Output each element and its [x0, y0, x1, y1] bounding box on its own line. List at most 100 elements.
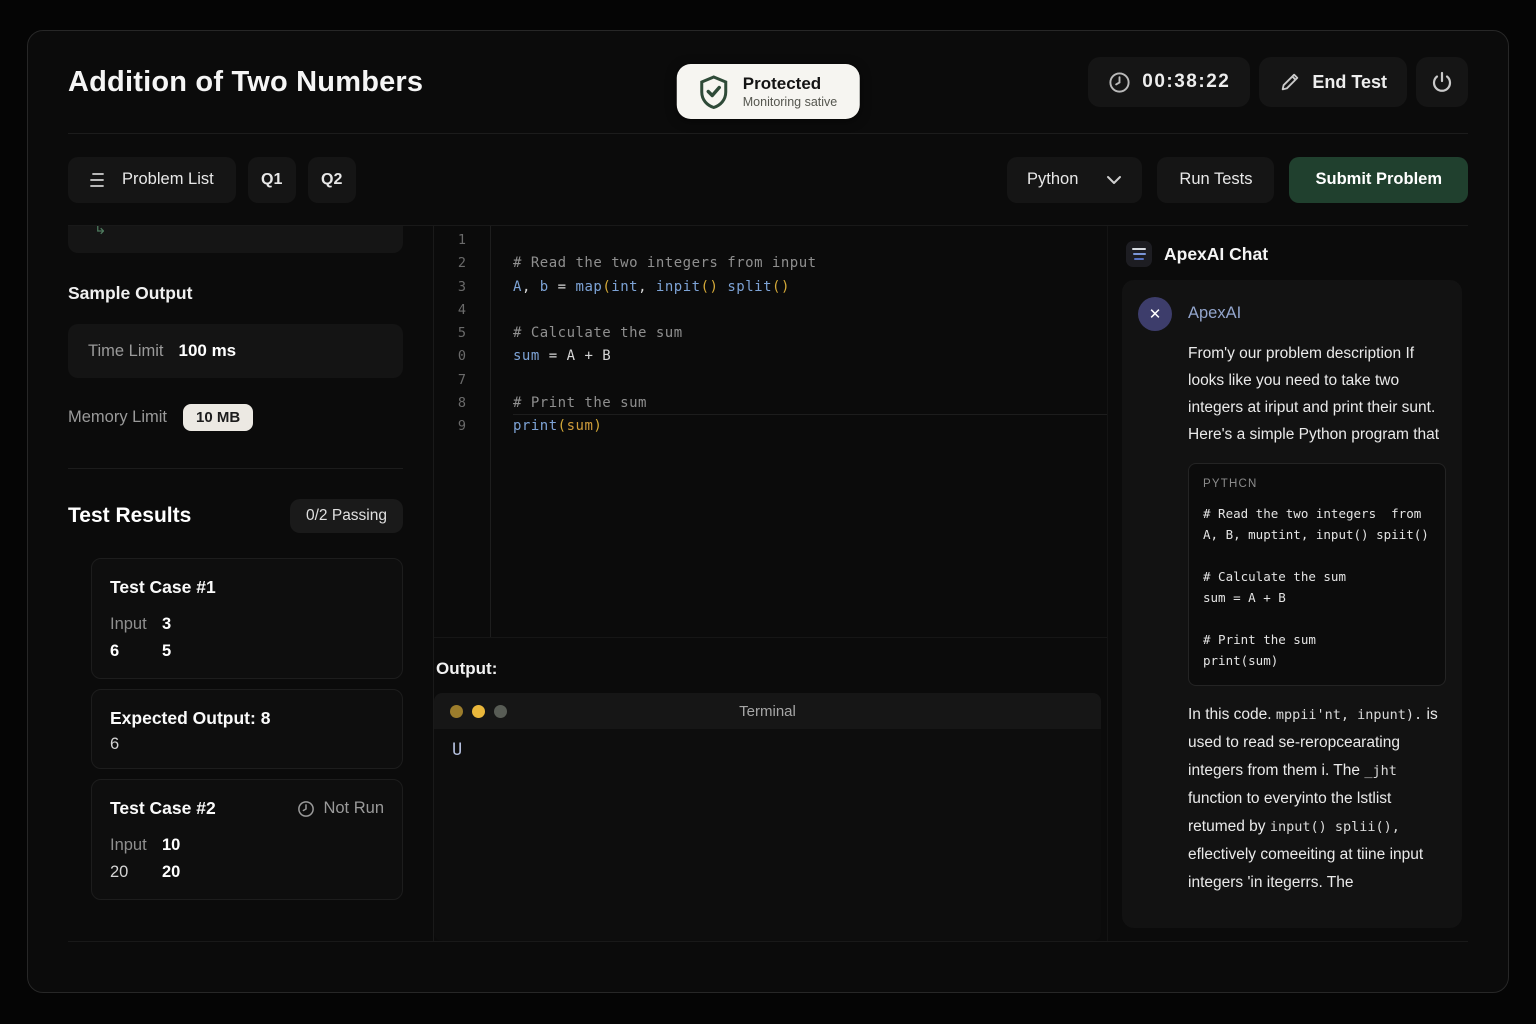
terminal-body[interactable]: U — [434, 729, 1101, 941]
bottom-spacer — [68, 942, 1468, 992]
test-case-2-title: Test Case #2 — [110, 798, 216, 819]
window-dot-close — [450, 705, 463, 718]
language-select[interactable]: Python — [1007, 157, 1142, 203]
problem-sidebar: ↳ Sample Output Time Limit 100 ms Memory… — [68, 226, 434, 941]
code-line: sum = A + B — [513, 345, 1107, 368]
test-results-heading: Test Results — [68, 504, 191, 528]
code-line: # Read the two integers from input — [513, 252, 1107, 275]
status-text: Not Run — [323, 799, 384, 818]
line-number: 3 — [434, 276, 490, 299]
output-label: Output: — [436, 659, 1107, 679]
sample-input-box: ↳ — [68, 226, 403, 253]
memory-limit-value: 10 MB — [183, 404, 253, 431]
line-number: 1 — [434, 229, 490, 252]
line-number: 9 — [434, 415, 490, 438]
power-button[interactable] — [1416, 57, 1468, 107]
expected-output-card[interactable]: Expected Output: 8 6 — [91, 689, 403, 769]
end-test-label: End Test — [1312, 72, 1387, 93]
clock-icon — [297, 800, 315, 818]
chevron-down-icon — [1106, 175, 1122, 185]
line-number: 8 — [434, 392, 490, 415]
input-value: 5 — [162, 639, 384, 664]
memory-limit-label: Memory Limit — [68, 408, 167, 427]
shield-check-icon — [699, 75, 729, 109]
chat-message-card[interactable]: ✕ ApexAI From'y our problem description … — [1122, 280, 1462, 928]
divider — [68, 468, 403, 469]
protected-label: Protected — [743, 74, 838, 94]
page-title: Addition of Two Numbers — [68, 66, 423, 99]
terminal-header: Terminal — [434, 693, 1101, 729]
timer: 00:38:22 — [1088, 57, 1250, 107]
editor-column: 123450789 # Read the two integers from i… — [434, 226, 1107, 941]
passing-badge: 0/2 Passing — [290, 499, 403, 533]
time-limit-label: Time Limit — [88, 342, 163, 361]
timer-value: 00:38:22 — [1142, 71, 1230, 93]
terminal-window: Terminal U — [434, 693, 1101, 941]
protected-badge: Protected Monitoring sative — [677, 64, 860, 119]
ai-message-text: From'y our problem description If looks … — [1188, 340, 1440, 448]
sample-output-heading: Sample Output — [68, 283, 403, 304]
line-number: 5 — [434, 322, 490, 345]
ai-message-explanation: In this code. mppii'nt, inpunt). is used… — [1188, 701, 1446, 897]
code-line: A, b = map(int, inpit() split() — [513, 276, 1107, 299]
ai-avatar: ✕ — [1138, 297, 1172, 331]
window-control-dots — [450, 705, 507, 718]
clock-icon — [1108, 71, 1131, 94]
ai-sender-name: ApexAI — [1188, 297, 1241, 331]
end-test-button[interactable]: End Test — [1259, 57, 1407, 107]
test-case-1-card[interactable]: Test Case #1 Input 3 6 5 — [91, 558, 403, 679]
main-content: ↳ Sample Output Time Limit 100 ms Memory… — [68, 226, 1468, 942]
return-arrow-glyph: ↳ — [94, 226, 107, 238]
pencil-icon — [1279, 71, 1301, 93]
code-area: # Read the two integers from inputA, b =… — [491, 226, 1107, 637]
test-case-1-title: Test Case #1 — [110, 577, 216, 598]
main-window: Addition of Two Numbers Protected Monito… — [27, 30, 1509, 993]
list-icon — [90, 172, 109, 188]
question-2-button[interactable]: Q2 — [308, 157, 356, 203]
line-number: 7 — [434, 369, 490, 392]
run-tests-button[interactable]: Run Tests — [1157, 157, 1274, 203]
terminal-cursor: U — [452, 740, 462, 760]
problem-list-button[interactable]: Problem List — [68, 157, 236, 203]
terminal-title: Terminal — [739, 703, 796, 720]
line-number: 2 — [434, 252, 490, 275]
line-number-gutter: 123450789 — [434, 226, 491, 637]
chat-panel-title: ApexAI Chat — [1164, 244, 1268, 265]
code-line: print(sum) — [513, 415, 1107, 438]
code-language-label: PYTHCN — [1203, 478, 1431, 490]
window-dot-minimize — [472, 705, 485, 718]
code-line: # Print the sum — [513, 392, 1107, 415]
input-value: 10 — [162, 833, 384, 858]
code-editor[interactable]: 123450789 # Read the two integers from i… — [434, 226, 1107, 638]
expected-output-title: Expected Output: 8 — [110, 708, 270, 728]
expected-output-value: 6 — [110, 735, 384, 754]
line-number: 4 — [434, 299, 490, 322]
line-number: 0 — [434, 345, 490, 368]
power-icon — [1430, 70, 1454, 94]
chat-icon — [1126, 241, 1152, 267]
chat-code-block: PYTHCN # Read the two integers from A, B… — [1188, 463, 1446, 686]
code-line — [513, 369, 1107, 392]
test-case-2-status: Not Run — [297, 799, 384, 818]
chat-code: # Read the two integers from A, B, mupti… — [1203, 503, 1431, 671]
input-value: 20 — [162, 860, 384, 885]
time-limit-value: 100 ms — [178, 341, 236, 361]
question-1-button[interactable]: Q1 — [248, 157, 296, 203]
language-value: Python — [1027, 170, 1078, 189]
input-label: Input — [110, 612, 162, 637]
monitoring-label: Monitoring sative — [743, 95, 838, 109]
test-case-2-card[interactable]: Test Case #2 Not Run Input 10 20 20 — [91, 779, 403, 900]
input-value: 20 — [110, 860, 162, 885]
memory-limit-row: Memory Limit 10 MB — [68, 403, 403, 431]
problem-list-label: Problem List — [122, 170, 214, 189]
input-label: Input — [110, 833, 162, 858]
header: Addition of Two Numbers Protected Monito… — [68, 31, 1468, 134]
time-limit-box: Time Limit 100 ms — [68, 324, 403, 378]
input-value: 3 — [162, 612, 384, 637]
input-value: 6 — [110, 639, 162, 664]
code-line — [513, 299, 1107, 322]
code-line: # Calculate the sum — [513, 322, 1107, 345]
toolbar: Problem List Q1 Q2 Python Run Tests Subm… — [68, 134, 1468, 226]
submit-problem-button[interactable]: Submit Problem — [1289, 157, 1468, 203]
chat-panel: ApexAI Chat ✕ ApexAI From'y our problem … — [1107, 226, 1468, 941]
